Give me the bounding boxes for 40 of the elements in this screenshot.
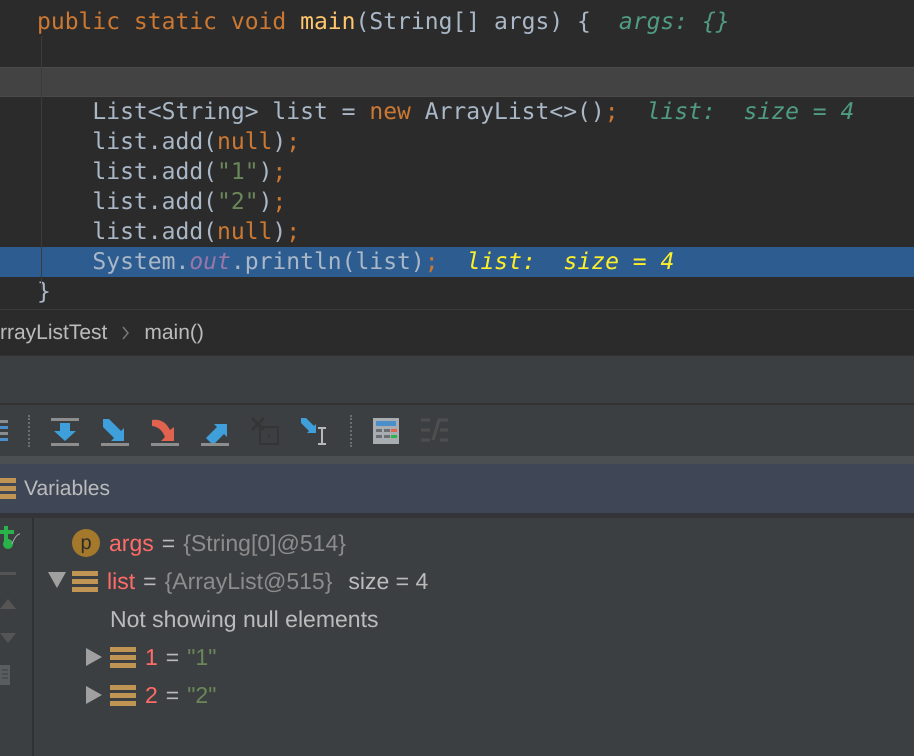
chevron-icon bbox=[121, 324, 130, 340]
calculator-button[interactable] bbox=[372, 416, 400, 446]
inline-hint: list: size = 4 bbox=[646, 98, 854, 127]
variables-icon bbox=[0, 478, 16, 499]
code-line: System.out.println(list); bbox=[91, 248, 439, 277]
code-line: list.add(null); bbox=[91, 128, 300, 157]
step-over-button[interactable] bbox=[50, 416, 80, 446]
variable-name: list bbox=[107, 568, 136, 594]
code-line: List<String> list = new ArrayList<>(); bbox=[91, 98, 619, 127]
field-icon bbox=[110, 646, 136, 668]
field-icon bbox=[110, 684, 136, 706]
parameter-badge: p bbox=[72, 529, 100, 557]
variable-value: "1" bbox=[187, 644, 216, 670]
variable-name: args bbox=[109, 530, 154, 556]
inline-hint: args: {} bbox=[618, 8, 730, 37]
add-watch-icon[interactable] bbox=[0, 526, 20, 550]
code-line: list.add("1"); bbox=[91, 158, 286, 187]
equals-sign: = bbox=[166, 644, 180, 670]
code-line: } bbox=[37, 278, 51, 307]
equals-sign: = bbox=[162, 530, 176, 556]
collapse-arrow-icon[interactable] bbox=[48, 572, 66, 590]
expand-arrow-icon[interactable] bbox=[86, 686, 104, 704]
breadcrumb-item[interactable]: main() bbox=[144, 320, 204, 344]
equals-sign: = bbox=[166, 682, 180, 708]
info-text: Not showing null elements bbox=[110, 606, 378, 632]
breadcrumb-item[interactable]: rrayListTest bbox=[0, 320, 108, 344]
code-line: list.add("2"); bbox=[91, 188, 286, 217]
field-icon bbox=[72, 570, 98, 592]
variable-value: "2" bbox=[187, 682, 216, 708]
expand-arrow-icon[interactable] bbox=[86, 648, 104, 666]
inline-hint: list: size = 4 bbox=[466, 248, 674, 277]
variable-name: 1 bbox=[145, 644, 158, 670]
size-label: size = 4 bbox=[348, 568, 428, 594]
equals-sign: = bbox=[143, 568, 157, 594]
variable-name: 2 bbox=[145, 682, 158, 708]
variable-value: {ArrayList@515} bbox=[164, 568, 332, 594]
code-line: list.add(null); bbox=[91, 218, 300, 247]
variable-value: {String[0]@514} bbox=[183, 530, 346, 556]
code-line: public static void main(String[] args) { bbox=[37, 8, 591, 37]
panel-title: Variables bbox=[24, 476, 110, 500]
